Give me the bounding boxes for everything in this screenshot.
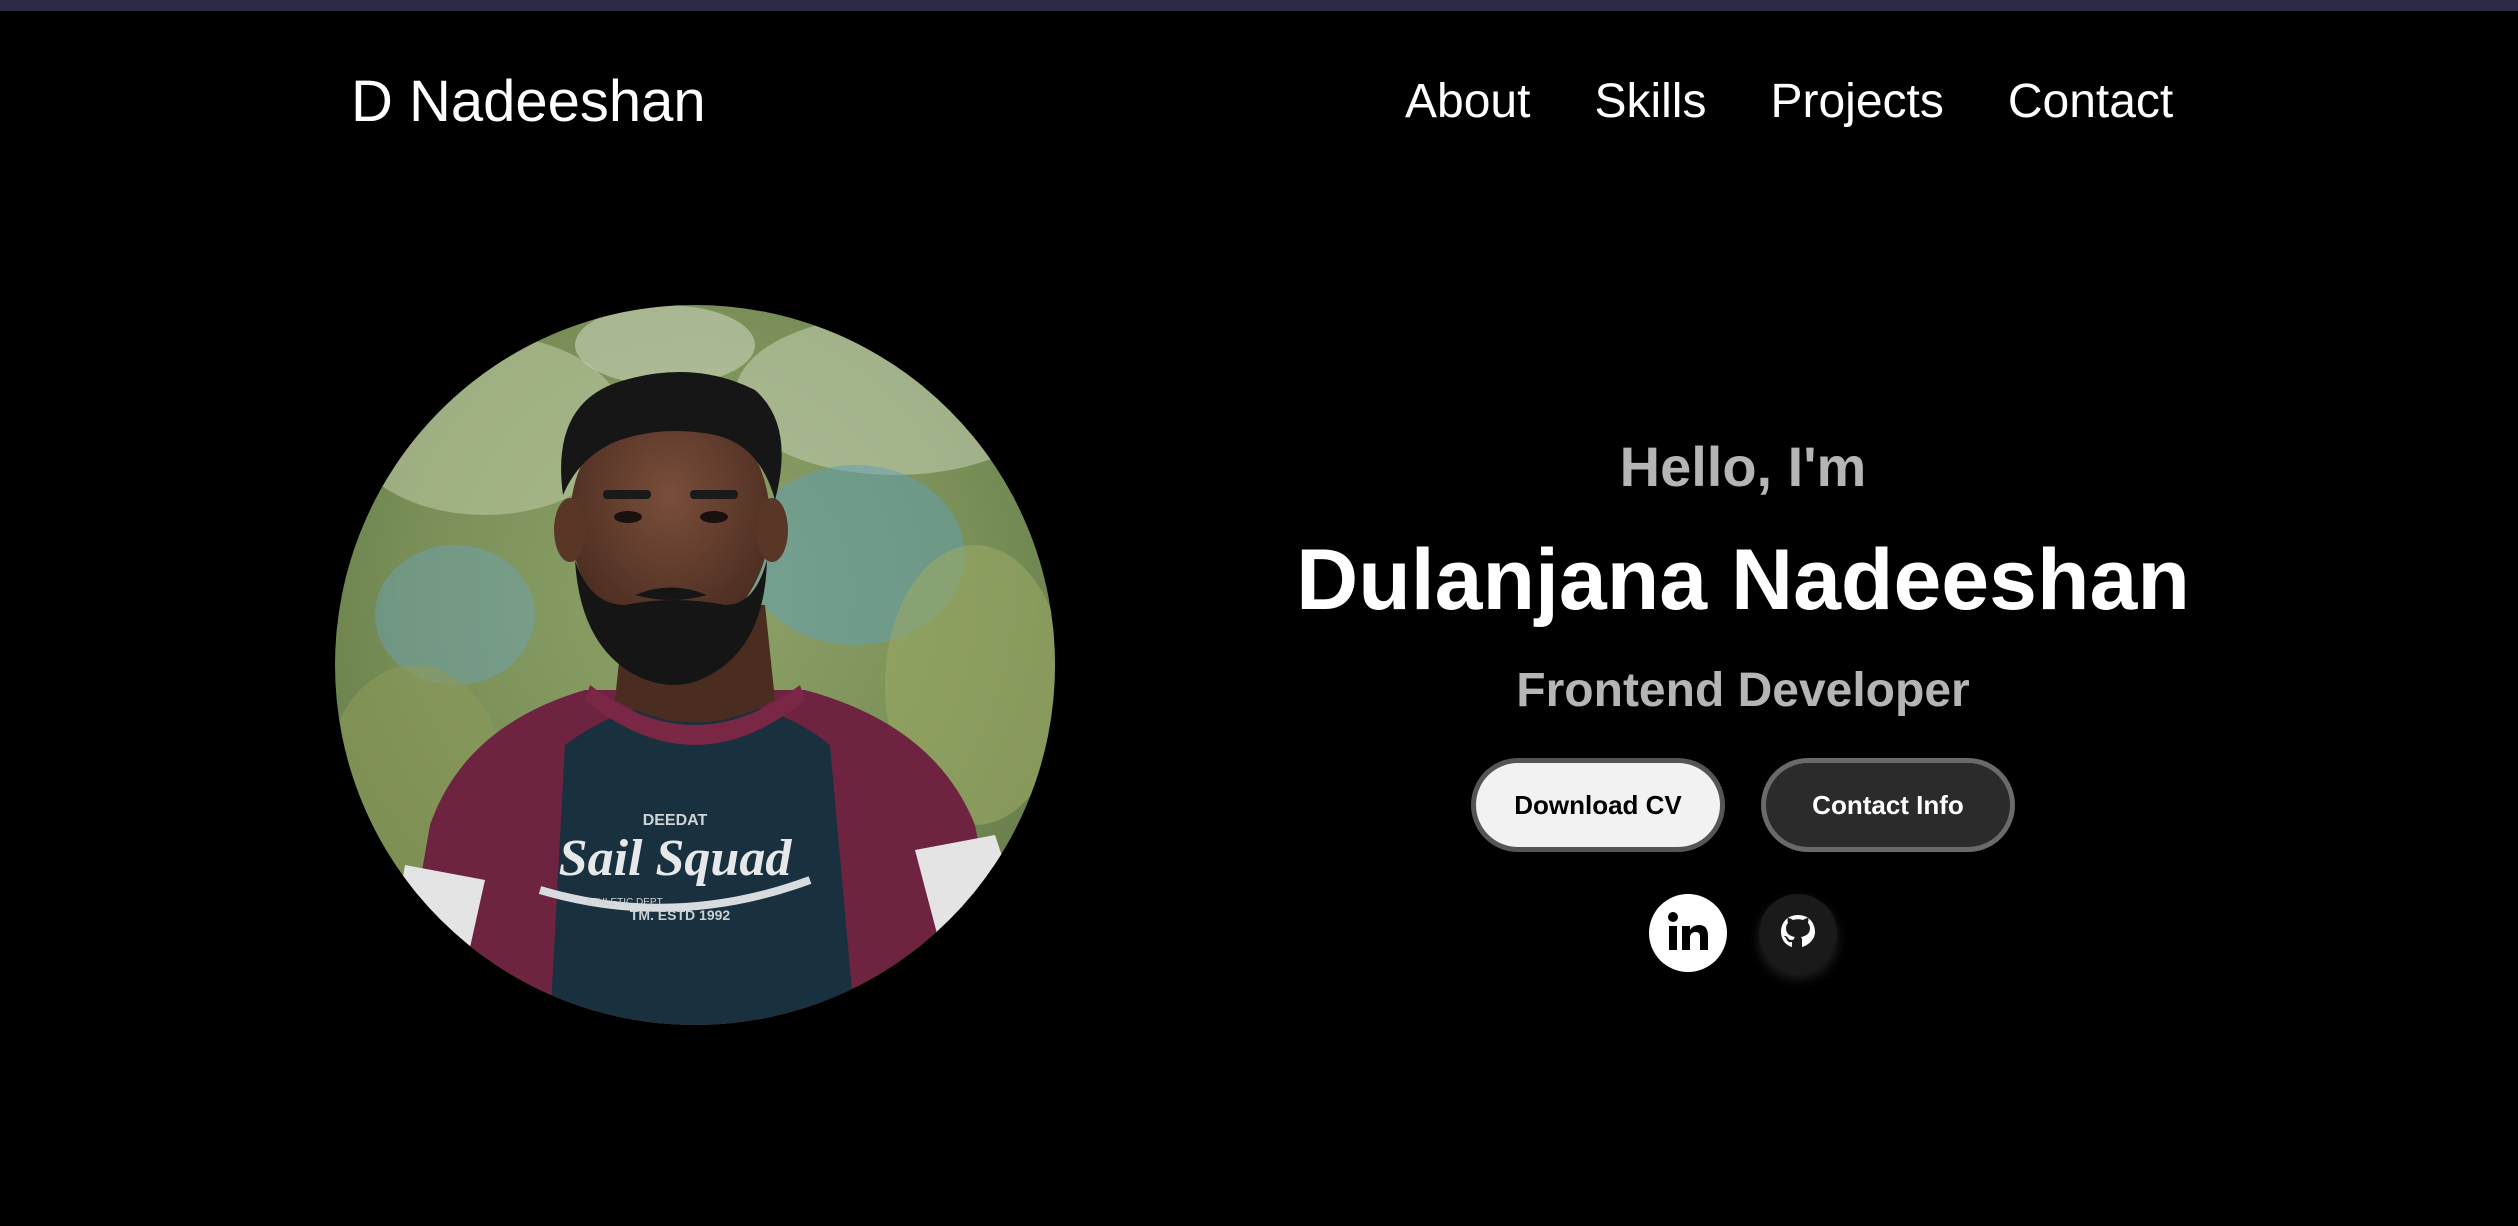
contact-info-button[interactable]: Contact Info	[1761, 758, 2015, 852]
nav-link-about[interactable]: About	[1405, 62, 1530, 142]
shirt-print-est: TM. ESTD 1992	[630, 907, 731, 923]
linkedin-icon[interactable]	[1649, 894, 1727, 972]
hero-buttons: Download CV Contact Info	[1243, 758, 2243, 852]
main-nav: About Skills Projects Contact	[1405, 62, 2173, 142]
top-window-bar	[0, 0, 2518, 11]
hero-role: Frontend Developer	[1516, 664, 1970, 717]
nav-link-skills[interactable]: Skills	[1594, 62, 1706, 142]
nav-link-projects[interactable]: Projects	[1770, 62, 1943, 142]
hero-greeting: Hello, I'm	[1619, 435, 1867, 498]
profile-photo: DEEDAT Sail Squad ATHLETIC DEPT. TM. EST…	[335, 305, 1055, 1025]
hero-name: Dulanjana Nadeeshan	[1296, 532, 2190, 628]
github-icon[interactable]	[1759, 894, 1837, 972]
download-cv-button[interactable]: Download CV	[1471, 758, 1725, 852]
hero-section: Hello, I'm Dulanjana Nadeeshan Frontend …	[1243, 420, 2243, 972]
site-logo[interactable]: D Nadeeshan	[351, 62, 706, 142]
social-links	[1243, 894, 2243, 972]
nav-link-contact[interactable]: Contact	[2008, 62, 2173, 142]
shirt-print-main: Sail Squad	[559, 830, 793, 887]
shirt-print-top: DEEDAT	[643, 812, 708, 829]
